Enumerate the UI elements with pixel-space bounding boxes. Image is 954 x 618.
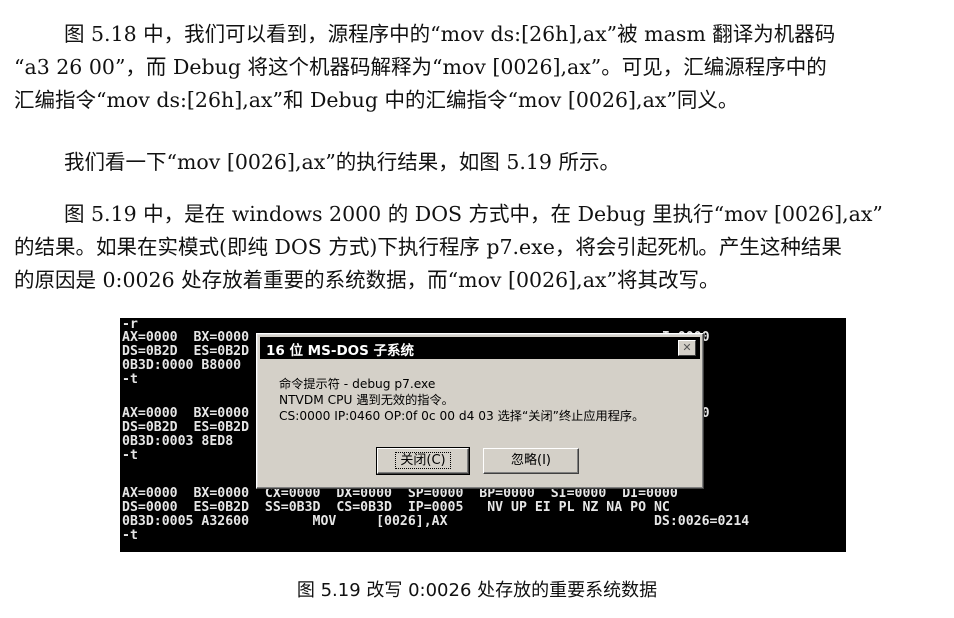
figure-caption: 图 5.19 改写 0:0026 处存放的重要系统数据 <box>296 580 658 601</box>
console-line: -t <box>122 528 138 543</box>
console-line: -t <box>122 372 138 387</box>
text-line: 的原因是 0:0026 处存放着重要的系统数据，而“mov [0026],ax”… <box>14 268 720 292</box>
text-line: 图 5.18 中，我们可以看到，源程序中的“mov ds:[26h],ax”被 … <box>64 22 836 46</box>
paragraph-execution-result-intro: 我们看一下“mov [0026],ax”的执行结果，如图 5.19 所示。 <box>14 146 940 179</box>
dialog-titlebar[interactable]: 16 位 MS-DOS 子系统 ✕ <box>260 337 700 359</box>
console-line: 0B3D:0000 B8000 <box>122 358 242 373</box>
console-line: DS=0000 ES=0B2D SS=0B3D CS=0B3D IP=0005 … <box>122 500 670 515</box>
text-line: 我们看一下“mov [0026],ax”的执行结果，如图 5.19 所示。 <box>64 150 620 174</box>
paragraph-figure-5-18-explanation: 图 5.18 中，我们可以看到，源程序中的“mov ds:[26h],ax”被 … <box>14 18 940 117</box>
ignore-button[interactable]: 忽略(I) <box>483 448 579 474</box>
console-line: 0B3D:0005 A32600 MOV [0026],AX DS:0026=0… <box>122 514 750 529</box>
close-icon[interactable]: ✕ <box>678 340 696 356</box>
text-line: 汇编指令“mov ds:[26h],ax”和 Debug 中的汇编指令“mov … <box>14 88 739 112</box>
dialog-message-line: CS:0000 IP:0460 OP:0f 0c 00 d4 03 选择“关闭”… <box>279 409 645 423</box>
text-line: “a3 26 00”，而 Debug 将这个机器码解释为“mov [0026],… <box>14 55 827 79</box>
dialog-title: 16 位 MS-DOS 子系统 <box>266 343 415 359</box>
text-line: 的结果。如果在实模式(即纯 DOS 方式)下执行程序 p7.exe，将会引起死机… <box>14 235 842 259</box>
close-button[interactable]: 关闭(C) <box>376 447 470 475</box>
console-line: -t <box>122 448 138 463</box>
text-line: 图 5.19 中，是在 windows 2000 的 DOS 方式中，在 Deb… <box>64 202 883 226</box>
ntvdm-error-dialog: 16 位 MS-DOS 子系统 ✕ 命令提示符 - debug p7.exe N… <box>256 333 704 489</box>
console-line: AX=0000 BX=0000 CX=0000 DX=0000 SP=0000 … <box>122 486 678 501</box>
console-line: 0B3D:0003 8ED8 <box>122 434 234 449</box>
close-button-label: 关闭(C) <box>395 452 451 469</box>
paragraph-figure-5-19-explanation: 图 5.19 中，是在 windows 2000 的 DOS 方式中，在 Deb… <box>14 198 940 297</box>
